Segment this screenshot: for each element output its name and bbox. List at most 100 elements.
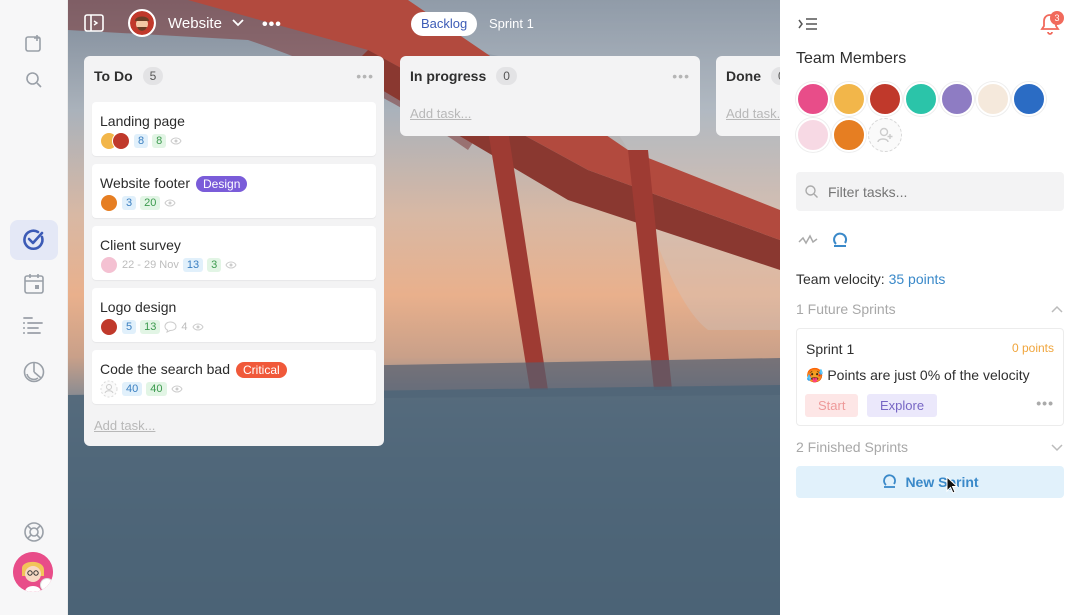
new-sprint-button[interactable]: New Sprint (796, 466, 1064, 498)
assignee-avatar (100, 194, 118, 212)
column-in-progress: In progress 0 ••• Add task... (400, 56, 700, 136)
sprint-cycle-icon (883, 474, 897, 488)
task-meta: 5 13 4 (100, 318, 204, 336)
member-avatar[interactable] (940, 82, 974, 116)
project-more-icon[interactable]: ••• (262, 16, 282, 34)
chevron-up-icon[interactable] (1050, 304, 1064, 314)
points-badge: 5 (122, 320, 137, 334)
column-title: Done (726, 68, 761, 84)
task-card[interactable]: Landing page 8 8 (92, 102, 376, 156)
calendar-icon[interactable] (10, 264, 58, 304)
tab-backlog[interactable]: Backlog (411, 12, 478, 36)
column-count-badge: 0 (496, 67, 517, 85)
points-badge: 40 (122, 382, 143, 396)
member-avatar[interactable] (1012, 82, 1046, 116)
add-task-row: Add task... (84, 418, 165, 433)
add-task-link[interactable]: Add task... (400, 106, 481, 121)
task-title: Logo design (100, 299, 177, 315)
user-avatar[interactable] (13, 552, 53, 592)
team-velocity: Team velocity: 35 points (796, 271, 945, 287)
activity-chart-icon[interactable] (798, 232, 818, 248)
task-meta: 40 40 (100, 380, 183, 398)
task-title-row: Website footer Design (100, 175, 248, 192)
chevron-down-icon[interactable] (1050, 442, 1064, 452)
add-user-icon (877, 127, 893, 143)
critical-tag[interactable]: Critical (235, 362, 287, 378)
start-sprint-button[interactable]: Start (805, 394, 859, 417)
member-avatar[interactable] (904, 82, 938, 116)
member-avatar[interactable] (832, 82, 866, 116)
task-title: Landing page (100, 113, 185, 129)
column-header: Done 0 (716, 56, 780, 96)
member-avatar[interactable] (832, 118, 866, 152)
sprint-card[interactable]: Sprint 1 0 points 🥵 Points are just 0% o… (796, 328, 1064, 426)
sprint-name: Sprint 1 (806, 341, 855, 357)
reports-chart-icon[interactable] (10, 352, 58, 392)
comment-icon (164, 321, 177, 333)
add-task-icon[interactable] (10, 24, 58, 64)
member-avatar[interactable] (976, 82, 1010, 116)
watch-eye-icon (170, 137, 182, 145)
column-title: In progress (410, 68, 487, 84)
notification-count-badge: 3 (1050, 11, 1064, 25)
watch-eye-icon (191, 323, 204, 331)
task-title: Client survey (100, 237, 181, 253)
project-avatar[interactable] (128, 9, 156, 37)
velocity-value[interactable]: 35 points (889, 271, 946, 287)
add-task-link[interactable]: Add task... (84, 418, 165, 433)
future-sprints-label: 1 Future Sprints (796, 301, 896, 317)
help-lifebuoy-icon[interactable] (10, 512, 58, 552)
column-count-badge: 0 (771, 67, 780, 85)
column-more-icon[interactable]: ••• (356, 68, 374, 84)
member-avatar[interactable] (868, 82, 902, 116)
sprint-cycle-icon[interactable] (830, 230, 850, 250)
search-icon[interactable] (10, 60, 58, 100)
estimate-badge: 8 (152, 134, 167, 148)
task-meta: 8 8 (100, 132, 182, 150)
add-task-row: Add task... (716, 96, 780, 121)
project-name[interactable]: Website (168, 15, 222, 32)
column-title: To Do (94, 68, 133, 84)
column-count-badge: 5 (142, 67, 164, 85)
design-tag[interactable]: Design (196, 176, 248, 192)
assignee-avatar (112, 132, 130, 150)
watch-eye-icon (170, 385, 183, 393)
task-card[interactable]: Code the search bad Critical 40 40 (92, 350, 376, 404)
task-card[interactable]: Website footer Design 3 20 (92, 164, 376, 218)
task-title-row: Code the search bad Critical (100, 361, 287, 378)
task-card[interactable]: Client survey 22 - 29 Nov 13 3 (92, 226, 376, 280)
member-avatar[interactable] (796, 82, 830, 116)
add-task-link[interactable]: Add task... (716, 106, 780, 121)
watch-eye-icon (225, 261, 237, 269)
task-meta: 3 20 (100, 194, 176, 212)
assignee-avatar (100, 256, 118, 274)
comment-count: 4 (181, 321, 188, 333)
column-done: Done 0 Add task... (716, 56, 780, 136)
column-header: In progress 0 ••• (400, 56, 700, 96)
add-member-button[interactable] (868, 118, 902, 152)
sprint-points: 0 points (1011, 341, 1054, 355)
points-badge: 3 (122, 196, 137, 210)
task-card[interactable]: Logo design 5 13 4 (92, 288, 376, 342)
sidebar-toggle-icon[interactable] (84, 14, 104, 32)
future-sprints-section[interactable]: 1 Future Sprints (796, 301, 1064, 317)
member-avatar[interactable] (796, 118, 830, 152)
tasks-check-icon[interactable] (10, 220, 58, 260)
filter-tasks-input[interactable] (796, 172, 1064, 211)
sprint-more-icon[interactable]: ••• (1036, 395, 1054, 411)
estimate-badge: 3 (207, 258, 222, 272)
column-more-icon[interactable]: ••• (672, 68, 690, 84)
task-meta: 22 - 29 Nov 13 3 (100, 256, 237, 274)
chevron-down-icon[interactable] (231, 17, 245, 29)
tab-sprint-1[interactable]: Sprint 1 (489, 16, 534, 31)
column-to-do: To Do 5 ••• Landing page 8 8 Website foo… (84, 56, 384, 446)
timeline-list-icon[interactable] (10, 306, 58, 346)
explore-sprint-button[interactable]: Explore (867, 394, 938, 417)
search-icon (805, 185, 818, 198)
estimate-badge: 20 (140, 196, 161, 210)
points-badge: 8 (134, 134, 149, 148)
team-members-title: Team Members (796, 50, 907, 67)
finished-sprints-section[interactable]: 2 Finished Sprints (796, 439, 1064, 455)
mouse-cursor-icon (946, 476, 958, 494)
collapse-panel-icon[interactable] (798, 16, 818, 32)
